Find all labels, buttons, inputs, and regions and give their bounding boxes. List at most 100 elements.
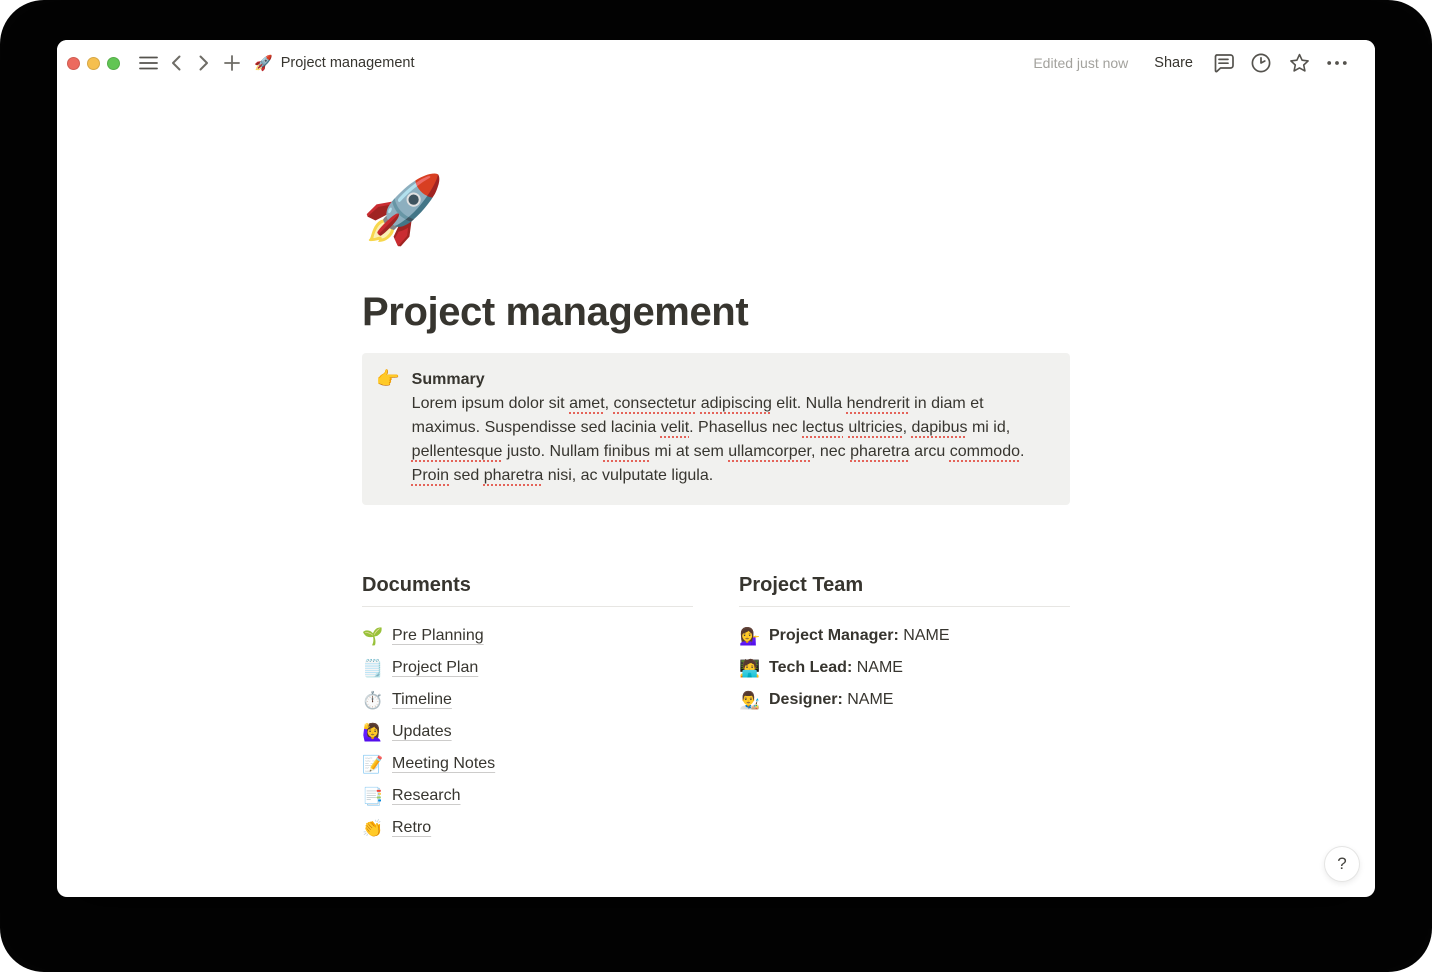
callout-text-segment: adipiscing [701,395,772,412]
callout-text-segment: arcu [910,443,950,460]
project-team-list: 💁‍♀️Project Manager: NAME 🧑‍💻 Tech Lead: N… [739,620,1070,716]
callout-text-segment: , [605,395,614,412]
callout-text-segment: hendrerit [847,395,910,412]
callout-text-segment: , nec [811,443,850,460]
document-link-item[interactable]: 🙋‍♀️ Updates [362,716,693,748]
favorite-button[interactable] [1283,48,1315,78]
chevron-right-icon [199,55,209,71]
minimize-window-button[interactable] [87,57,100,70]
project-team-heading: Project Team [739,574,1070,606]
document-link-label[interactable]: Updates [392,723,452,741]
zoom-window-button[interactable] [107,57,120,70]
page-history-button[interactable] [1245,48,1277,78]
woman-raising-hand-emoji: 🙋‍♀️ [362,724,383,741]
star-icon [1289,53,1310,73]
documents-list: 🌱 Pre Planning 🗒️ Project Plan ⏱️ Timeline 🙋‍♀… [362,620,693,844]
plus-icon [224,55,240,71]
page-scroll-area: 🚀 Project management 👉 Summary Lorem ips… [57,86,1375,897]
comments-button[interactable] [1207,48,1239,78]
callout-text-segment: lectus [802,419,844,436]
titlebar: 🚀 Project management Edited just now Sha… [57,40,1375,86]
ellipsis-icon [1327,61,1347,65]
document-link-label[interactable]: Retro [392,819,431,837]
documents-divider [362,606,693,607]
nav-back-button[interactable] [162,48,190,78]
technologist-emoji: 🧑‍💻 [739,660,760,677]
document-link-label[interactable]: Timeline [392,691,452,709]
callout-text-segment: ultricies [848,419,902,436]
hamburger-menu-icon [139,56,158,70]
callout-heading: Summary [412,368,1054,392]
document-link-label[interactable]: Project Plan [392,659,478,677]
team-member-role: Designer: [769,691,843,708]
clock-icon [1251,53,1271,73]
document-link-label[interactable]: Meeting Notes [392,755,495,773]
page-title[interactable]: Project management [362,288,1070,336]
callout-text-segment: pharetra [484,467,544,484]
page-icon-rocket-emoji[interactable]: 🚀 [362,170,442,248]
chevron-left-icon [171,55,181,71]
seedling-emoji: 🌱 [362,628,383,645]
document-link-item[interactable]: 🗒️ Project Plan [362,652,693,684]
screenshot-backdrop: 🚀 Project management Edited just now Sha… [0,0,1432,972]
callout-text-segment: pellentesque [412,443,503,460]
new-page-button[interactable] [218,48,246,78]
callout-text-segment: consectetur [614,395,697,412]
breadcrumb[interactable]: 🚀 Project management [254,55,414,71]
callout-text-segment: Lorem ipsum dolor sit [412,395,569,412]
notion-app-window: 🚀 Project management Edited just now Sha… [57,40,1375,897]
bookmark-tabs-emoji: 📑 [362,788,383,805]
callout-text-segment: nisi, ac vulputate ligula. [543,467,713,484]
help-button[interactable]: ? [1324,846,1360,882]
callout-text-segment: commodo [950,443,1020,460]
stopwatch-emoji: ⏱️ [362,692,383,709]
nav-forward-button[interactable] [190,48,218,78]
callout-text-segment: . [1020,443,1024,460]
callout-text-segment: dapibus [911,419,967,436]
rocket-emoji-icon: 🚀 [254,56,273,71]
callout-text-segment: mi id, [968,419,1011,436]
document-link-item[interactable]: 📝 Meeting Notes [362,748,693,780]
callout-text-segment: mi at sem [650,443,728,460]
memo-emoji: 📝 [362,756,383,773]
document-link-item[interactable]: ⏱️ Timeline [362,684,693,716]
sidebar-toggle-button[interactable] [134,48,162,78]
team-member-name: NAME [857,659,903,676]
callout-text-segment: amet [569,395,605,412]
callout-content: Summary Lorem ipsum dolor sit amet, cons… [412,368,1054,488]
page-body: 🚀 Project management 👉 Summary Lorem ips… [362,170,1070,844]
documents-heading: Documents [362,574,693,606]
project-team-column: Project Team 💁‍♀️Project Manager: NAME 🧑‍… [739,574,1070,844]
document-link-label[interactable]: Pre Planning [392,627,484,645]
team-member-item: 👨‍🎨 Designer: NAME [739,684,1070,716]
team-member-item: 💁‍♀️Project Manager: NAME [739,620,1070,652]
summary-callout: 👉 Summary Lorem ipsum dolor sit amet, co… [362,353,1070,505]
callout-text-segment: sed [449,467,484,484]
share-button[interactable]: Share [1146,51,1201,75]
two-column-layout: Documents 🌱 Pre Planning 🗒️ Project Plan ⏱️ T… [362,574,1070,844]
callout-text-segment: pharetra [850,443,910,460]
document-link-item[interactable]: 👏Retro [362,812,693,844]
callout-text-segment: elit. Nulla [772,395,847,412]
edited-status: Edited just now [1033,55,1128,71]
document-link-item[interactable]: 📑 Research [362,780,693,812]
callout-paragraph: Lorem ipsum dolor sit amet, consectetur … [412,392,1054,488]
window-controls [67,57,120,70]
team-member-text: Tech Lead: NAME [769,659,903,677]
team-member-name: NAME [903,627,949,644]
woman-tipping-hand-emoji: 💁‍♀️ [739,628,760,645]
comment-bubble-icon [1213,54,1234,73]
callout-text-segment: ullamcorper [728,443,811,460]
team-member-text: Designer: NAME [769,691,893,709]
close-window-button[interactable] [67,57,80,70]
callout-text-segment: . Phasellus nec [689,419,802,436]
more-options-button[interactable] [1321,48,1353,78]
artist-emoji: 👨‍🎨 [739,692,760,709]
callout-text-segment: finibus [604,443,650,460]
document-link-label[interactable]: Research [392,787,460,805]
document-link-item[interactable]: 🌱 Pre Planning [362,620,693,652]
spiral-notepad-emoji: 🗒️ [362,660,383,677]
callout-text-segment: velit [661,419,689,436]
callout-text-segment: justo. Nullam [502,443,603,460]
team-member-role: Tech Lead: [769,659,852,676]
